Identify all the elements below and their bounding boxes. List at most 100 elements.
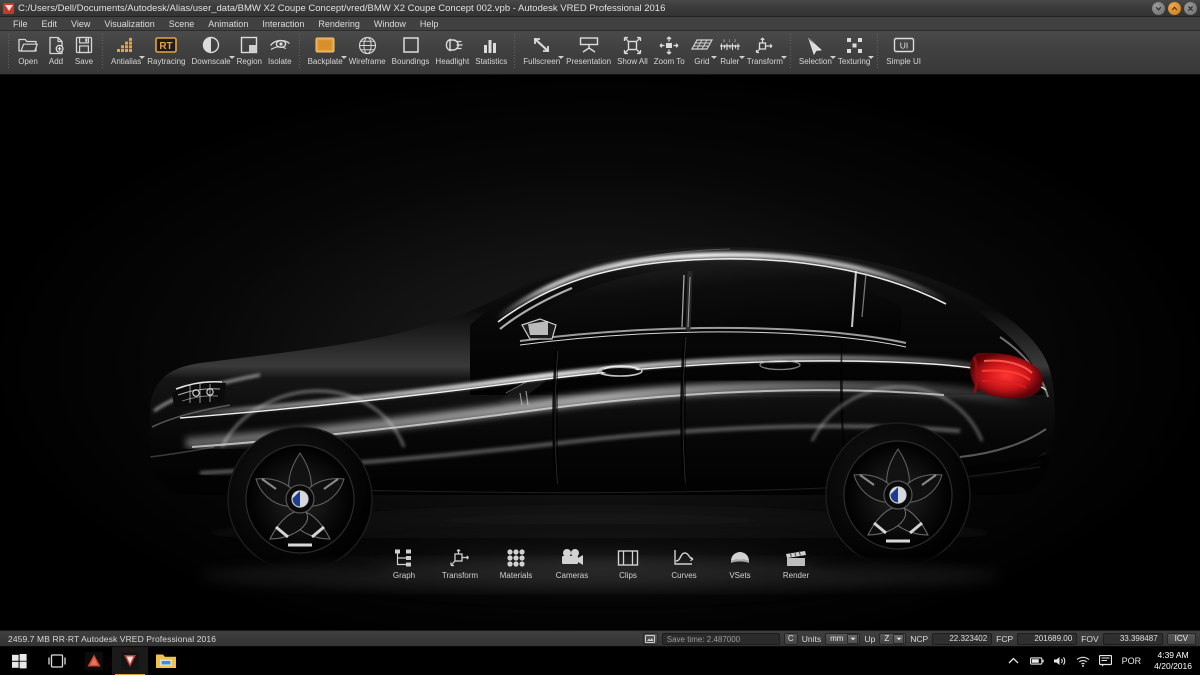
add-button[interactable]: Add <box>42 31 70 71</box>
fullscreen-button[interactable]: Fullscreen <box>520 31 563 71</box>
region-button[interactable]: Region <box>234 31 265 71</box>
toolbar-grip[interactable] <box>875 34 880 70</box>
open-button[interactable]: Open <box>14 31 42 71</box>
materials-button[interactable]: Materials <box>493 546 539 580</box>
grid-button[interactable]: Grid <box>688 31 716 71</box>
close-button[interactable] <box>1184 2 1197 15</box>
vred-app-icon[interactable] <box>112 647 148 675</box>
simple-ui-button[interactable]: UI Simple UI <box>883 31 924 71</box>
show-hidden-icons-icon[interactable] <box>1007 654 1021 668</box>
folder-open-icon <box>17 34 39 56</box>
menu-scene[interactable]: Scene <box>162 17 202 31</box>
menu-edit[interactable]: Edit <box>35 17 65 31</box>
alias-app-icon[interactable] <box>76 647 112 675</box>
bounding-box-icon <box>400 34 422 56</box>
toolbar-group-display: Backplate Wireframe <box>305 31 511 75</box>
windows-start-icon[interactable] <box>0 647 38 675</box>
zoom-to-icon <box>658 34 680 56</box>
menu-interaction[interactable]: Interaction <box>255 17 311 31</box>
fov-value-field[interactable]: 33.398487 <box>1103 633 1163 645</box>
up-value: Z <box>880 633 893 644</box>
menu-rendering[interactable]: Rendering <box>311 17 367 31</box>
curves-button[interactable]: Curves <box>661 546 707 580</box>
maximize-button[interactable] <box>1168 2 1181 15</box>
toolbar-group-ui: UI Simple UI <box>883 31 924 75</box>
antialias-button[interactable]: Antialias <box>108 31 144 71</box>
materials-spheres-icon <box>503 546 529 570</box>
volume-icon[interactable] <box>1053 654 1067 668</box>
boundings-button[interactable]: Boundings <box>389 31 433 71</box>
task-view-icon[interactable] <box>38 647 76 675</box>
window-controls <box>1152 2 1197 15</box>
transform-button[interactable]: Transform <box>744 31 786 71</box>
snapshot-icon[interactable] <box>643 633 658 645</box>
vsets-button[interactable]: VSets <box>717 546 763 580</box>
clips-button[interactable]: Clips <box>605 546 651 580</box>
save-button[interactable]: Save <box>70 31 98 71</box>
explorer-app-icon[interactable] <box>148 647 184 675</box>
render-button[interactable]: Render <box>773 546 819 580</box>
cameras-button[interactable]: Cameras <box>549 546 595 580</box>
battery-icon[interactable] <box>1030 654 1044 668</box>
clock-time: 4:39 AM <box>1154 650 1192 661</box>
presentation-button[interactable]: Presentation <box>563 31 614 71</box>
ncp-value-field[interactable]: 22.323402 <box>932 633 992 645</box>
icv-button[interactable]: ICV <box>1167 633 1196 645</box>
chevron-down-icon[interactable] <box>868 56 874 59</box>
toolbar-grip[interactable] <box>6 34 11 70</box>
camera-icon <box>559 546 585 570</box>
fullscreen-arrows-icon <box>531 34 553 56</box>
menu-window[interactable]: Window <box>367 17 413 31</box>
toolbar-grip[interactable] <box>788 34 793 70</box>
chevron-down-icon[interactable] <box>847 634 858 644</box>
graph-button[interactable]: Graph <box>381 546 427 580</box>
fcp-value-field[interactable]: 201689.00 <box>1017 633 1077 645</box>
downscale-button[interactable]: Downscale <box>189 31 234 71</box>
vred-logo-icon <box>3 3 14 14</box>
headlight-button[interactable]: Headlight <box>432 31 472 71</box>
isolate-eye-icon <box>269 34 291 56</box>
isolate-button[interactable]: Isolate <box>265 31 295 71</box>
selection-button[interactable]: Selection <box>796 31 835 71</box>
minimize-button[interactable] <box>1152 2 1165 15</box>
menu-file[interactable]: File <box>6 17 35 31</box>
bottom-module-dock: Graph Transform <box>0 541 1200 585</box>
system-tray: POR 4:39 AM 4/20/2016 <box>1007 650 1200 672</box>
show-all-button[interactable]: Show All <box>614 31 651 71</box>
status-left-text: 2459.7 MB RR·RT Autodesk VRED Profession… <box>0 634 216 644</box>
render-clapper-icon <box>783 546 809 570</box>
ruler-button[interactable]: 0 1 2 Ruler <box>716 31 744 71</box>
chevron-down-icon[interactable] <box>781 56 787 59</box>
up-axis-select[interactable]: Z <box>879 633 906 645</box>
menu-view[interactable]: View <box>64 17 97 31</box>
action-center-icon[interactable] <box>1099 654 1113 668</box>
raytracing-button[interactable]: RT Raytracing <box>144 31 188 71</box>
texturing-button[interactable]: Texturing <box>835 31 873 71</box>
coordinate-button[interactable]: C <box>784 633 798 645</box>
render-viewport[interactable]: Graph Transform <box>0 75 1200 630</box>
backplate-button[interactable]: Backplate <box>305 31 346 71</box>
fov-label: FOV <box>1081 634 1098 644</box>
transform-axis-icon <box>754 34 776 56</box>
language-indicator[interactable]: POR <box>1122 656 1142 666</box>
taskbar-clock[interactable]: 4:39 AM 4/20/2016 <box>1150 650 1192 672</box>
toolbar-grip[interactable] <box>100 34 105 70</box>
menu-visualization[interactable]: Visualization <box>97 17 161 31</box>
toolbar-grip[interactable] <box>297 34 302 70</box>
units-select[interactable]: mm <box>825 633 860 645</box>
wifi-icon[interactable] <box>1076 654 1090 668</box>
menu-help[interactable]: Help <box>413 17 446 31</box>
statistics-button[interactable]: Statistics <box>472 31 510 71</box>
menu-animation[interactable]: Animation <box>201 17 255 31</box>
texturing-dots-icon <box>843 34 865 56</box>
menu-bar: File Edit View Visualization Scene Anima… <box>0 17 1200 31</box>
headlight-icon <box>441 34 463 56</box>
transform-dock-button[interactable]: Transform <box>437 546 483 580</box>
raytracing-rt-icon: RT <box>155 34 177 56</box>
statistics-bars-icon <box>480 34 502 56</box>
toolbar-grip[interactable] <box>512 34 517 70</box>
wireframe-button[interactable]: Wireframe <box>346 31 389 71</box>
zoom-to-button[interactable]: Zoom To <box>651 31 688 71</box>
antialias-label: Antialias <box>111 57 141 66</box>
chevron-down-icon[interactable] <box>893 634 904 644</box>
